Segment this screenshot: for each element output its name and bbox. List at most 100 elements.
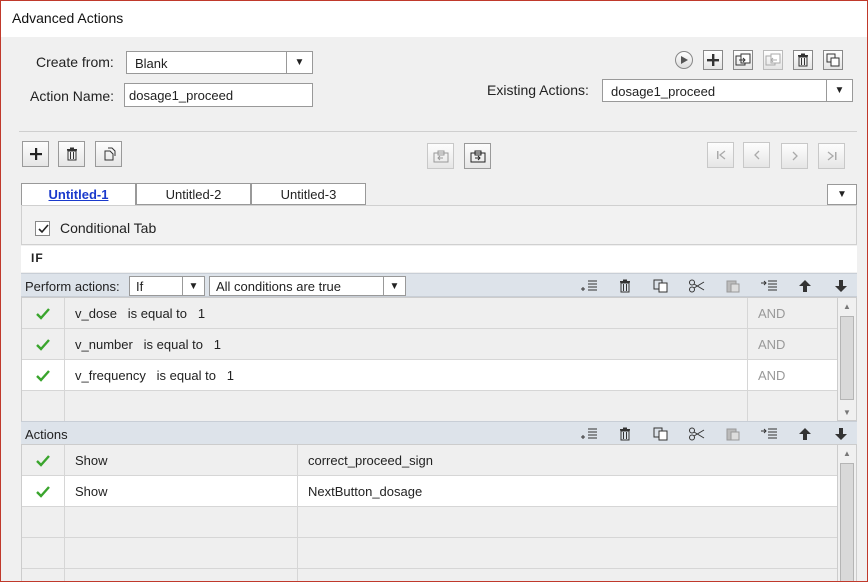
tab-untitled-1[interactable]: Untitled-1 (21, 183, 136, 205)
duplicate-action-button[interactable] (823, 50, 843, 70)
actions-scrollbar[interactable]: ▲ (837, 445, 856, 581)
row-status-cell (22, 445, 65, 476)
import-action-button[interactable] (733, 50, 753, 70)
next-decision-button[interactable] (781, 143, 808, 169)
scroll-up-icon[interactable]: ▲ (838, 445, 856, 461)
condition-variable: v_dose (75, 306, 117, 321)
delete-condition-button[interactable] (615, 277, 635, 295)
action-verb[interactable]: Show (65, 476, 298, 507)
action-target[interactable] (298, 538, 837, 569)
first-decision-button[interactable] (707, 142, 734, 168)
condition-expression[interactable]: v_number is equal to 1 (65, 329, 748, 360)
conditions-scrollbar[interactable]: ▲ ▼ (837, 298, 856, 420)
export-action-button[interactable] (763, 50, 783, 70)
condition-join[interactable] (748, 391, 837, 422)
save-as-shared-action-button[interactable] (427, 143, 454, 169)
paste-action-button[interactable] (723, 425, 743, 443)
move-action-down-button[interactable] (831, 425, 851, 443)
condition-join[interactable]: AND (748, 298, 837, 329)
table-row[interactable] (22, 569, 837, 581)
table-row[interactable] (22, 507, 837, 538)
chevron-down-icon[interactable]: ▼ (383, 277, 405, 295)
tab-untitled-3[interactable]: Untitled-3 (251, 183, 366, 205)
action-verb[interactable] (65, 569, 298, 581)
condition-expression[interactable] (65, 391, 748, 422)
create-from-select[interactable]: Blank ▼ (126, 51, 313, 74)
table-row[interactable] (22, 538, 837, 569)
create-from-value: Blank (135, 56, 168, 71)
action-verb[interactable] (65, 538, 298, 569)
insert-action-button[interactable] (579, 425, 599, 443)
condition-join[interactable]: AND (748, 360, 837, 391)
conditions-toolbar: Perform actions: If ▼ All conditions are… (21, 273, 857, 297)
previous-decision-button[interactable] (743, 142, 770, 168)
chevron-down-icon[interactable]: ▼ (182, 277, 204, 295)
scroll-up-icon[interactable]: ▲ (838, 298, 856, 314)
table-row[interactable]: Show NextButton_dosage (22, 476, 837, 507)
action-target[interactable]: correct_proceed_sign (298, 445, 837, 476)
trash-icon (798, 53, 808, 67)
condition-join[interactable]: AND (748, 329, 837, 360)
condition-value: 1 (213, 337, 221, 352)
duplicate-decision-button[interactable] (95, 141, 122, 167)
action-name-input[interactable] (124, 83, 313, 107)
condition-mode-select[interactable]: All conditions are true ▼ (209, 276, 406, 296)
chevron-down-icon[interactable]: ▼ (826, 80, 852, 101)
action-verb[interactable]: Show (65, 445, 298, 476)
tab-list-dropdown[interactable]: ▼ (827, 184, 857, 205)
use-shared-action-button[interactable] (464, 143, 491, 169)
copy-condition-button[interactable] (651, 277, 671, 295)
cut-condition-button[interactable] (687, 277, 707, 295)
table-row[interactable] (22, 391, 837, 422)
chevron-down-icon[interactable]: ▼ (286, 52, 312, 73)
scrollbar-thumb[interactable] (840, 463, 854, 581)
tab-untitled-2[interactable]: Untitled-2 (136, 183, 251, 205)
paste-condition-button[interactable] (723, 277, 743, 295)
last-decision-button[interactable] (818, 143, 845, 169)
action-verb[interactable] (65, 507, 298, 538)
action-target[interactable] (298, 569, 837, 581)
if-label: IF (31, 251, 44, 265)
insert-condition-button[interactable] (579, 277, 599, 295)
actions-grid: Show correct_proceed_sign Show NextButto… (21, 444, 857, 581)
existing-actions-select[interactable]: dosage1_proceed ▼ (602, 79, 853, 102)
delete-action-row-button[interactable] (615, 425, 635, 443)
add-decision-button[interactable] (22, 141, 49, 167)
table-row[interactable]: v_frequency is equal to 1 AND (22, 360, 837, 391)
condition-expression[interactable]: v_dose is equal to 1 (65, 298, 748, 329)
move-up-button[interactable] (795, 277, 815, 295)
check-icon (36, 338, 50, 351)
delete-action-button[interactable] (793, 50, 813, 70)
new-action-button[interactable] (703, 50, 723, 70)
preview-play-button[interactable] (675, 51, 693, 69)
divider (19, 131, 857, 132)
scroll-down-icon[interactable]: ▼ (838, 404, 856, 420)
action-target[interactable] (298, 507, 837, 538)
insert-above-button[interactable] (759, 277, 779, 295)
conditional-tab-panel: Conditional Tab (21, 205, 857, 245)
conditional-tab-label: Conditional Tab (60, 220, 157, 236)
table-row[interactable]: v_dose is equal to 1 AND (22, 298, 837, 329)
condition-expression[interactable]: v_frequency is equal to 1 (65, 360, 748, 391)
play-icon (681, 56, 688, 64)
insert-above-icon (761, 428, 777, 439)
insert-action-above-button[interactable] (759, 425, 779, 443)
conditional-tab-checkbox[interactable] (35, 221, 50, 236)
move-down-button[interactable] (831, 277, 851, 295)
cut-action-button[interactable] (687, 425, 707, 443)
condition-operator: is equal to (143, 337, 203, 352)
scissors-icon (689, 279, 705, 293)
row-status-cell (22, 360, 65, 391)
table-row[interactable]: v_number is equal to 1 AND (22, 329, 837, 360)
copy-action-button[interactable] (651, 425, 671, 443)
scrollbar-thumb[interactable] (840, 316, 854, 400)
existing-actions-value: dosage1_proceed (611, 84, 716, 99)
action-target[interactable]: NextButton_dosage (298, 476, 837, 507)
check-icon (37, 223, 49, 233)
remove-decision-button[interactable] (58, 141, 85, 167)
table-row[interactable]: Show correct_proceed_sign (22, 445, 837, 476)
perform-mode-select[interactable]: If ▼ (129, 276, 205, 296)
move-action-up-button[interactable] (795, 425, 815, 443)
copy-icon (653, 427, 668, 441)
chevron-down-icon: ▼ (837, 189, 847, 200)
